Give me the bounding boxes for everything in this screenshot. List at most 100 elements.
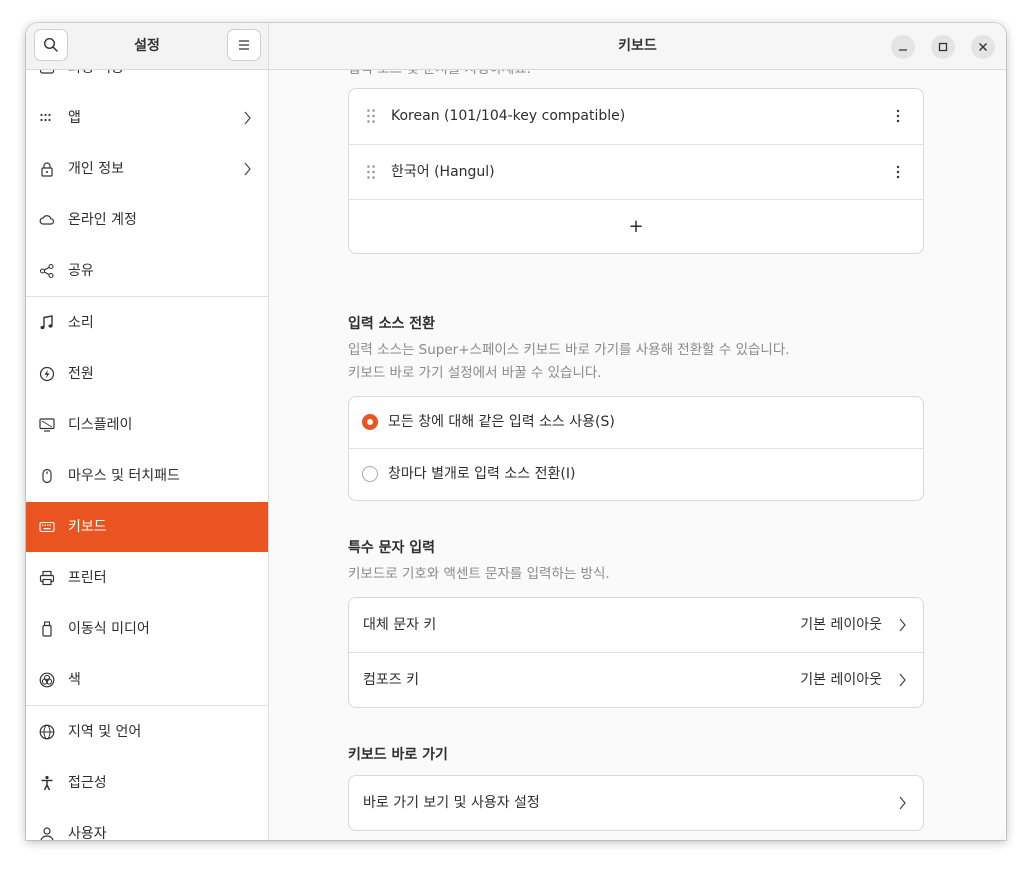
minimize-button[interactable] bbox=[891, 35, 915, 59]
chevron-right-icon bbox=[244, 162, 251, 176]
sidebar-item-keyboard[interactable]: 키보드 bbox=[26, 502, 268, 552]
shortcuts-section-title: 키보드 바로 가기 bbox=[348, 747, 448, 763]
switching-options: 모든 창에 대해 같은 입력 소스 사용(S) 창마다 별개로 입력 소스 전환… bbox=[348, 396, 924, 501]
sidebar-item-removable-media[interactable]: 이동식 미디어 bbox=[26, 604, 268, 654]
input-source-row[interactable]: Korean (101/104-key compatible) bbox=[349, 89, 923, 144]
sidebar-item-label: 온라인 계정 bbox=[68, 212, 137, 228]
radio-same-source[interactable]: 모든 창에 대해 같은 입력 소스 사용(S) bbox=[349, 397, 923, 448]
alternate-characters-key-row[interactable]: 대체 문자 키 기본 레이아웃 bbox=[349, 598, 923, 652]
settings-window: 설정 외형 적용 앱 개인 정보 bbox=[26, 23, 1006, 840]
sidebar-item-label: 지역 및 언어 bbox=[68, 724, 142, 740]
add-input-source-button[interactable]: + bbox=[349, 200, 923, 253]
input-sources-description: 입력 소스 및 순서를 지정하세요. bbox=[348, 70, 531, 81]
sidebar: 설정 외형 적용 앱 개인 정보 bbox=[26, 23, 269, 840]
sidebar-item-appearance[interactable]: 외형 적용 bbox=[26, 70, 268, 93]
display-icon bbox=[39, 418, 55, 432]
music-note-icon bbox=[40, 315, 53, 330]
radio-button[interactable] bbox=[362, 466, 378, 482]
sidebar-item-label: 사용자 bbox=[68, 826, 107, 840]
search-icon bbox=[43, 37, 58, 52]
drag-handle-icon[interactable] bbox=[366, 164, 376, 180]
row-value: 기본 레이아웃 bbox=[800, 617, 882, 633]
close-button[interactable] bbox=[971, 35, 995, 59]
header-bar: 키보드 bbox=[269, 23, 1006, 70]
usb-drive-icon bbox=[42, 621, 52, 637]
sidebar-item-users[interactable]: 사용자 bbox=[26, 809, 268, 840]
row-value: 기본 레이아웃 bbox=[800, 672, 882, 688]
sidebar-item-display[interactable]: 디스플레이 bbox=[26, 400, 268, 450]
input-source-name: 한국어 (Hangul) bbox=[391, 164, 495, 180]
sidebar-item-privacy[interactable]: 개인 정보 bbox=[26, 144, 268, 194]
sidebar-header: 설정 bbox=[26, 23, 268, 70]
close-icon bbox=[979, 43, 987, 51]
chevron-right-icon bbox=[899, 796, 906, 810]
sidebar-item-sound[interactable]: 소리 bbox=[26, 298, 268, 348]
sidebar-item-label: 접근성 bbox=[68, 775, 107, 791]
row-label: 대체 문자 키 bbox=[363, 617, 437, 633]
color-icon bbox=[39, 672, 55, 688]
sidebar-item-label: 색 bbox=[68, 672, 81, 688]
shortcuts-list: 바로 가기 보기 및 사용자 설정 bbox=[348, 775, 924, 831]
sidebar-item-label: 마우스 및 터치패드 bbox=[68, 468, 180, 484]
accessibility-icon bbox=[41, 775, 53, 791]
switching-description-line1: 입력 소스는 Super+스페이스 키보드 바로 가기를 사용해 전환할 수 있… bbox=[348, 342, 790, 358]
sidebar-item-label: 키보드 bbox=[68, 519, 107, 535]
sidebar-item-label: 프린터 bbox=[68, 570, 107, 586]
radio-button-selected[interactable] bbox=[362, 414, 378, 430]
sidebar-item-sharing[interactable]: 공유 bbox=[26, 246, 268, 296]
switching-description-line2: 키보드 바로 가기 설정에서 바꿀 수 있습니다. bbox=[348, 365, 602, 381]
view-customize-shortcuts-row[interactable]: 바로 가기 보기 및 사용자 설정 bbox=[349, 776, 923, 830]
sidebar-item-label: 전원 bbox=[68, 366, 94, 382]
sidebar-item-color[interactable]: 색 bbox=[26, 655, 268, 705]
maximize-button[interactable] bbox=[931, 35, 955, 59]
sidebar-item-label: 앱 bbox=[68, 110, 81, 126]
row-label: 바로 가기 보기 및 사용자 설정 bbox=[363, 795, 540, 811]
row-label: 컴포즈 키 bbox=[363, 672, 419, 688]
sidebar-item-apps[interactable]: 앱 bbox=[26, 93, 268, 143]
sidebar-item-label: 외형 적용 bbox=[68, 70, 124, 93]
radio-per-window[interactable]: 창마다 별개로 입력 소스 전환(I) bbox=[349, 449, 923, 500]
sidebar-item-online-accounts[interactable]: 온라인 계정 bbox=[26, 195, 268, 245]
special-chars-list: 대체 문자 키 기본 레이아웃 컴포즈 키 기본 레이아웃 bbox=[348, 597, 924, 708]
sidebar-separator bbox=[26, 705, 268, 706]
main-panel: 키보드 입력 소스 및 순서를 지정하세요. Korean (101/104-k… bbox=[269, 23, 1006, 840]
sidebar-list: 외형 적용 앱 개인 정보 온라인 계정 공유 bbox=[26, 70, 268, 840]
more-options-icon[interactable] bbox=[896, 165, 900, 179]
sidebar-item-accessibility[interactable]: 접근성 bbox=[26, 758, 268, 808]
keyboard-icon bbox=[39, 521, 55, 533]
sidebar-item-printers[interactable]: 프린터 bbox=[26, 553, 268, 603]
compose-key-row[interactable]: 컴포즈 키 기본 레이아웃 bbox=[349, 653, 923, 707]
special-chars-description: 키보드로 기호와 액센트 문자를 입력하는 방식. bbox=[348, 566, 610, 582]
power-icon bbox=[39, 366, 55, 382]
drag-handle-icon[interactable] bbox=[366, 108, 376, 124]
sidebar-item-label: 개인 정보 bbox=[68, 161, 124, 177]
sidebar-item-label: 이동식 미디어 bbox=[68, 621, 150, 637]
content-scroll-area[interactable]: 입력 소스 및 순서를 지정하세요. Korean (101/104-key c… bbox=[269, 70, 1006, 840]
more-options-icon[interactable] bbox=[896, 109, 900, 123]
sidebar-item-mouse-touchpad[interactable]: 마우스 및 터치패드 bbox=[26, 451, 268, 501]
input-sources-list: Korean (101/104-key compatible) 한국어 (Han… bbox=[348, 88, 924, 254]
search-button[interactable] bbox=[34, 29, 68, 61]
cloud-icon bbox=[39, 215, 55, 225]
users-icon bbox=[40, 827, 54, 840]
radio-label: 모든 창에 대해 같은 입력 소스 사용(S) bbox=[388, 414, 615, 430]
special-chars-section-title: 특수 문자 입력 bbox=[348, 540, 436, 556]
sidebar-separator bbox=[26, 296, 268, 297]
radio-label: 창마다 별개로 입력 소스 전환(I) bbox=[388, 466, 576, 482]
sidebar-item-power[interactable]: 전원 bbox=[26, 349, 268, 399]
minimize-icon bbox=[899, 49, 907, 51]
chevron-right-icon bbox=[244, 111, 251, 125]
share-icon bbox=[39, 263, 54, 279]
input-source-row[interactable]: 한국어 (Hangul) bbox=[349, 145, 923, 199]
mouse-icon bbox=[42, 468, 52, 484]
chevron-right-icon bbox=[899, 673, 906, 687]
hamburger-menu-icon bbox=[239, 40, 249, 50]
sidebar-item-label: 소리 bbox=[68, 315, 94, 331]
input-source-name: Korean (101/104-key compatible) bbox=[391, 108, 626, 124]
apps-grid-icon bbox=[40, 113, 51, 122]
add-icon: + bbox=[628, 216, 644, 237]
sidebar-item-label: 디스플레이 bbox=[68, 417, 133, 433]
sidebar-item-region-language[interactable]: 지역 및 언어 bbox=[26, 707, 268, 757]
main-menu-button[interactable] bbox=[227, 29, 261, 61]
lock-icon bbox=[41, 162, 53, 177]
